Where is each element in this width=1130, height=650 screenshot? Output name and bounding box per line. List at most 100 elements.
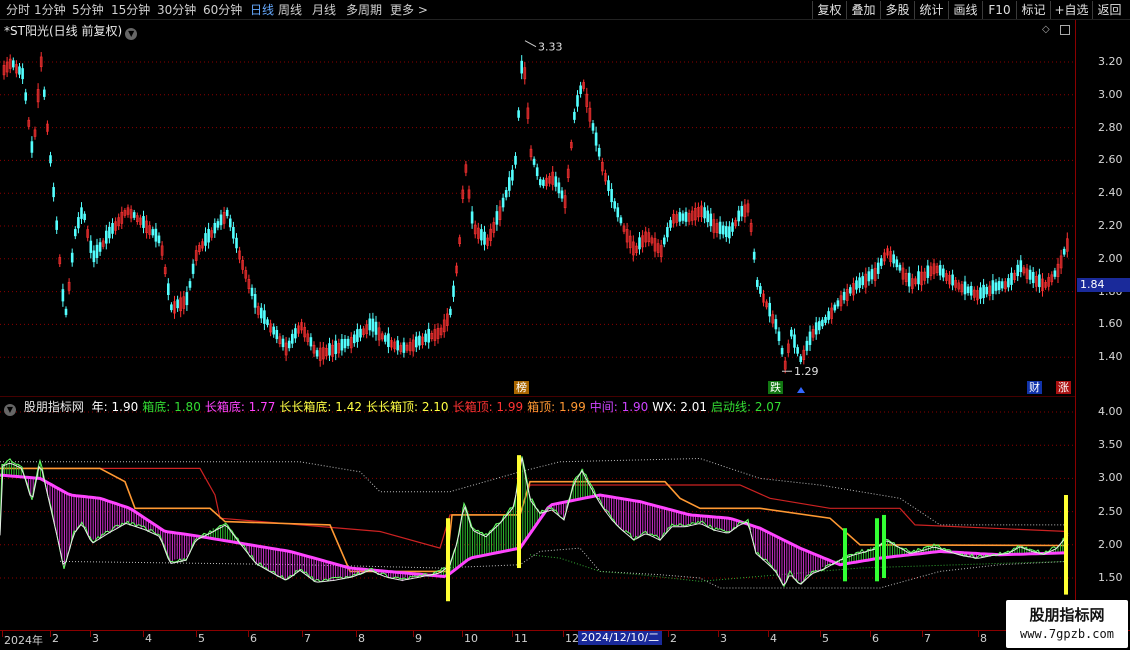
mark-button[interactable]: 标记	[1016, 1, 1050, 19]
candle-body	[427, 328, 431, 343]
indicator-value: 箱顶: 1.99	[527, 400, 586, 414]
candle-body	[340, 339, 344, 351]
candle-body	[108, 226, 111, 239]
indicator-chart[interactable]	[0, 396, 1075, 630]
candle-body	[573, 111, 576, 120]
date-tick-mark	[143, 631, 144, 637]
candlestick-chart[interactable]: 3.33 1.29	[0, 20, 1075, 395]
candle-body	[982, 284, 985, 299]
date-tick: 4	[770, 632, 777, 645]
date-tick-mark	[462, 631, 463, 637]
candle-body	[1010, 272, 1013, 285]
candle-body	[731, 222, 734, 232]
candle-body	[495, 211, 499, 225]
candlestick-panel[interactable]: 3.33 1.29	[0, 20, 1075, 395]
back-button[interactable]: 返回	[1092, 1, 1126, 19]
period-tab-weekly[interactable]: 周线	[278, 2, 302, 18]
candle-body	[359, 328, 362, 338]
candle-body	[89, 240, 93, 253]
candle-body	[21, 68, 24, 80]
period-tab-1min[interactable]: 1分钟	[34, 2, 66, 18]
cursor-date-label: 2024/12/10/二	[578, 631, 663, 645]
candle-body	[759, 286, 762, 294]
candle-body	[1028, 269, 1032, 280]
candle-body	[678, 212, 682, 222]
draw-line-button[interactable]: 画线	[948, 1, 982, 19]
window-restore-icon[interactable]	[1060, 25, 1070, 35]
candle-body	[858, 277, 861, 288]
candle-body	[777, 331, 781, 341]
candle-body	[253, 294, 257, 308]
indicator-values: 年: 1.90 箱底: 1.80 长箱底: 1.77 长长箱底: 1.42 长长箱顶: …	[92, 400, 786, 414]
candle-body	[684, 211, 688, 222]
indicator-value: 箱底: 1.80	[142, 400, 201, 414]
date-tick: 7	[924, 632, 931, 645]
candle-body	[597, 147, 601, 157]
candle-body	[142, 216, 145, 228]
candle-body	[1016, 264, 1020, 277]
candle-body	[740, 205, 744, 217]
chevron-down-icon[interactable]: ▼	[125, 28, 138, 40]
candle-body	[591, 123, 595, 131]
period-tab-multi[interactable]: 多周期	[346, 2, 382, 18]
chevron-down-icon[interactable]: ▼	[4, 404, 16, 416]
date-axis: 2024年 2 3 4 5 6 7 8 9 10 11 12 2 3 4 5 6 7 8 2024/12/10/二	[0, 630, 1130, 650]
indicator-value: WX: 2.01	[652, 400, 707, 414]
date-tick: 2	[670, 632, 677, 645]
candle-body	[718, 221, 722, 234]
period-tab-monthly[interactable]: 月线	[312, 2, 336, 18]
candle-body	[892, 254, 896, 264]
candle-body	[805, 340, 809, 351]
candle-body	[167, 283, 170, 296]
candle-body	[294, 328, 297, 339]
candle-body	[352, 334, 356, 344]
f10-button[interactable]: F10	[982, 1, 1016, 19]
restore-rights-button[interactable]: 复权	[812, 1, 846, 19]
candle-body	[387, 333, 390, 347]
candle-body	[994, 282, 998, 291]
signal-label-cai: 财	[1027, 381, 1042, 394]
date-tick-mark	[413, 631, 414, 637]
candle-body	[64, 308, 68, 315]
period-tab-5min[interactable]: 5分钟	[72, 2, 104, 18]
candle-body	[281, 338, 285, 348]
candle-body	[638, 237, 641, 250]
period-tab-fenshi[interactable]: 分时	[6, 2, 30, 18]
period-tab-60min[interactable]: 60分钟	[203, 2, 242, 18]
candle-body	[204, 233, 207, 246]
candle-body	[176, 299, 179, 309]
date-tick: 2	[52, 632, 59, 645]
price-tick: 1.60	[1098, 317, 1123, 331]
date-tick: 5	[822, 632, 829, 645]
period-tab-daily[interactable]: 日线	[250, 2, 274, 18]
candle-body	[907, 272, 911, 287]
multi-stock-button[interactable]: 多股	[880, 1, 914, 19]
statistics-button[interactable]: 统计	[914, 1, 948, 19]
stock-title: *ST阳光(日线 前复权) ▼	[4, 22, 138, 40]
candle-body	[52, 187, 55, 198]
indicator-tick: 4.00	[1098, 405, 1123, 418]
candle-body	[111, 223, 114, 234]
candle-body	[997, 281, 1001, 291]
period-tab-15min[interactable]: 15分钟	[111, 2, 150, 18]
candle-body	[985, 286, 989, 295]
candle-body	[188, 281, 192, 288]
candle-body	[507, 177, 511, 191]
add-favorite-button[interactable]: +自选	[1050, 1, 1092, 19]
candle-body	[371, 318, 375, 332]
date-tick-mark	[870, 631, 871, 637]
candle-body	[666, 227, 669, 238]
candle-body	[1031, 272, 1035, 284]
candle-body	[232, 227, 235, 239]
period-tab-30min[interactable]: 30分钟	[157, 2, 196, 18]
candle-body	[287, 340, 291, 349]
date-tick-mark	[50, 631, 51, 637]
date-tick-mark	[668, 631, 669, 637]
period-tab-more[interactable]: 更多 >	[390, 2, 428, 18]
indicator-panel[interactable]	[0, 396, 1075, 630]
candle-body	[259, 307, 263, 319]
indicator-header: ▼ 股朋指标网 年: 1.90 箱底: 1.80 长箱底: 1.77 长长箱底: 1.…	[4, 398, 790, 416]
indicator-tick: 3.00	[1098, 471, 1123, 485]
overlay-button[interactable]: 叠加	[846, 1, 880, 19]
diamond-icon[interactable]: ◇	[1042, 25, 1052, 35]
